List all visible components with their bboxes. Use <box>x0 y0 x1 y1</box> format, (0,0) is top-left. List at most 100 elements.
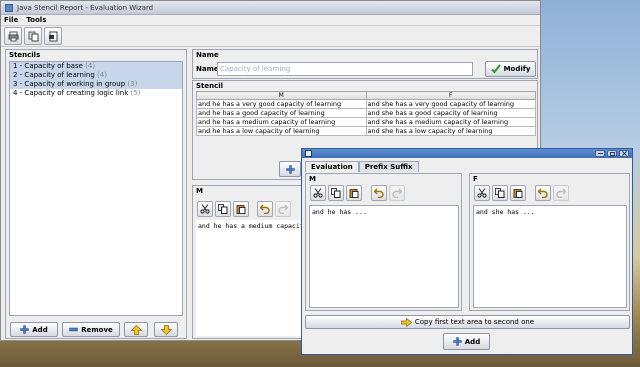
cut-button[interactable] <box>310 185 326 201</box>
main-title-bar[interactable]: Java Stencil Report - Evaluation Wizard <box>1 1 540 15</box>
dialog-app-icon <box>305 150 312 157</box>
close-button[interactable] <box>619 150 629 157</box>
copy-icon <box>495 188 505 198</box>
evaluation-dialog: Evaluation Prefix Suffix M and he has ..… <box>301 148 633 355</box>
m-editor-toolbar <box>197 201 291 217</box>
add-row-button[interactable] <box>279 161 301 177</box>
copy-pages-button[interactable] <box>24 27 42 45</box>
dialog-m-panel: M and he has ... <box>305 173 462 311</box>
stencil-item[interactable]: 4 - Capacity of creating logic link (5) <box>10 89 182 98</box>
table-cell[interactable]: and he has a low capacity of learning <box>196 126 367 136</box>
dialog-m-text-area[interactable]: and he has ... <box>309 205 459 308</box>
redo-button[interactable] <box>275 201 291 217</box>
paste-button[interactable] <box>510 185 526 201</box>
undo-icon <box>538 188 548 198</box>
table-row[interactable]: and he has a good capacity of learning a… <box>196 108 536 118</box>
window-title: Java Stencil Report - Evaluation Wizard <box>17 3 154 12</box>
remove-stencil-button[interactable]: Remove <box>62 322 120 337</box>
dialog-add-button[interactable]: Add <box>443 333 490 350</box>
table-cell[interactable]: and she has a very good capacity of lear… <box>365 99 536 109</box>
print-icon <box>8 31 18 41</box>
stencil-item[interactable]: 3 - Capacity of working in group (3) <box>10 80 182 89</box>
add-stencil-button[interactable]: Add <box>10 322 58 337</box>
copy-button[interactable] <box>328 185 344 201</box>
stencil-item-count: (4) <box>97 71 107 79</box>
copy-pages-icon <box>28 31 38 41</box>
minimize-button[interactable] <box>595 150 605 157</box>
modify-button[interactable]: Modify <box>485 61 536 77</box>
arrow-right-icon <box>401 317 412 327</box>
paste-icon <box>236 205 246 214</box>
table-row[interactable]: and he has a medium capacity of learning… <box>196 117 536 127</box>
dialog-f-toolbar <box>474 185 569 201</box>
dialog-f-panel: F and she has ... <box>469 173 630 311</box>
copy-button[interactable] <box>215 201 231 217</box>
scissors-icon <box>477 188 487 198</box>
dialog-tab-strip: Evaluation Prefix Suffix <box>302 158 632 172</box>
table-cell[interactable]: and he has a medium capacity of learning <box>196 117 367 127</box>
stencil-item[interactable]: 2 - Capacity of learning (4) <box>10 71 182 80</box>
maximize-icon <box>609 151 615 156</box>
menu-file[interactable]: File <box>4 16 18 24</box>
dialog-f-text-area[interactable]: and she has ... <box>473 205 627 308</box>
copy-button[interactable] <box>492 185 508 201</box>
add-icon <box>20 325 30 334</box>
arrow-up-icon <box>130 324 142 335</box>
redo-button[interactable] <box>389 185 405 201</box>
dialog-title-bar[interactable] <box>302 149 632 158</box>
stencil-item-count: (4) <box>85 62 96 70</box>
paste-icon <box>513 189 523 198</box>
redo-button[interactable] <box>553 185 569 201</box>
paste-button[interactable] <box>233 201 249 217</box>
add-stencil-label: Add <box>32 325 48 334</box>
app-icon <box>5 3 13 12</box>
paste-icon <box>349 189 359 198</box>
cut-button[interactable] <box>474 185 490 201</box>
m-text-area[interactable]: and he has a medium capacity <box>196 220 302 336</box>
tab-evaluation[interactable]: Evaluation <box>305 161 359 172</box>
table-cell[interactable]: and she has a medium capacity of learnin… <box>365 117 536 127</box>
paste-button[interactable] <box>346 185 362 201</box>
check-icon <box>490 64 501 74</box>
table-cell[interactable]: and she has a good capacity of learning <box>365 108 536 118</box>
stencil-item-label: 4 - Capacity of creating logic link <box>13 89 129 97</box>
stencils-title: Stencils <box>9 51 41 59</box>
stencil-item-label: 3 - Capacity of working in group <box>13 80 126 88</box>
stencil-item-label: 1 - Capacity of base <box>13 62 83 70</box>
undo-button[interactable] <box>371 185 387 201</box>
move-down-button[interactable] <box>154 322 178 337</box>
cut-button[interactable] <box>197 201 213 217</box>
stencil-item[interactable]: 1 - Capacity of base (4) <box>10 62 182 71</box>
tab-prefix-suffix[interactable]: Prefix Suffix <box>358 161 419 172</box>
redo-icon <box>392 188 402 198</box>
close-icon <box>621 151 627 156</box>
dialog-f-title: F <box>473 175 478 183</box>
export-button[interactable] <box>44 27 62 45</box>
table-row[interactable]: and he has a low capacity of learning an… <box>196 126 536 136</box>
export-icon <box>48 31 57 41</box>
print-button[interactable] <box>4 27 22 45</box>
dialog-add-label: Add <box>464 337 481 346</box>
table-row[interactable]: and he has a very good capacity of learn… <box>196 99 536 109</box>
move-up-button[interactable] <box>124 322 148 337</box>
column-header-m[interactable]: M <box>196 91 367 100</box>
copy-text-button[interactable]: Copy first text area to second one <box>305 315 630 329</box>
name-panel: Name Name: Capacity of learning Modify <box>192 49 538 79</box>
copy-icon <box>331 188 341 198</box>
stencils-list[interactable]: 1 - Capacity of base (4) 2 - Capacity of… <box>9 61 183 316</box>
undo-button[interactable] <box>535 185 551 201</box>
menu-bar: File Tools <box>1 15 540 25</box>
maximize-button[interactable] <box>607 150 617 157</box>
column-header-f[interactable]: F <box>365 91 536 100</box>
redo-icon <box>278 204 288 214</box>
table-cell[interactable]: and he has a very good capacity of learn… <box>196 99 367 109</box>
undo-button[interactable] <box>257 201 273 217</box>
table-cell[interactable]: and she has a low capacity of learning <box>365 126 536 136</box>
stencil-item-count: (5) <box>130 89 141 97</box>
copy-text-label: Copy first text area to second one <box>414 318 535 326</box>
dialog-m-toolbar <box>310 185 405 201</box>
table-cell[interactable]: and he has a good capacity of learning <box>196 108 367 118</box>
name-field[interactable]: Capacity of learning <box>217 62 473 76</box>
menu-tools[interactable]: Tools <box>26 16 46 24</box>
undo-icon <box>374 188 384 198</box>
